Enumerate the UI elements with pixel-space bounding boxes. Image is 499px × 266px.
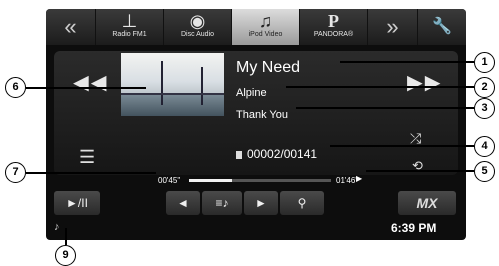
- album-art: [121, 53, 224, 116]
- callout-2: 2: [474, 77, 495, 98]
- antenna-icon: ⊥: [121, 11, 138, 31]
- next-button[interactable]: ►: [244, 191, 278, 215]
- elapsed-time: 00'45": [158, 176, 181, 185]
- repeat-icon[interactable]: ⟲: [412, 158, 423, 174]
- source-bar: « ⊥ Radio FM1 ◉ Disc Audio ♫ iPod Video …: [46, 9, 466, 45]
- source-label: Radio FM1: [112, 31, 147, 38]
- prev-button[interactable]: ◄: [166, 191, 200, 215]
- song-title: My Need: [236, 59, 301, 76]
- callout-line-9: [65, 228, 67, 245]
- source-label: iPod Video: [248, 31, 283, 38]
- list-icon[interactable]: ☰: [79, 148, 95, 166]
- album-art-tower: [201, 67, 203, 105]
- source-label: PANDORA®: [313, 31, 354, 38]
- previous-track-button[interactable]: ◄◄: [68, 67, 112, 98]
- album-art-sea: [121, 94, 224, 116]
- source-disc-button[interactable]: ◉ Disc Audio: [164, 9, 232, 45]
- browse-button[interactable]: ≡♪: [202, 191, 242, 215]
- callout-line-3: [296, 107, 474, 109]
- callout-5: 5: [474, 161, 495, 182]
- album-art-deck: [121, 93, 224, 95]
- settings-button[interactable]: 🔧: [418, 9, 466, 45]
- source-prev-button[interactable]: «: [46, 9, 96, 45]
- media-xpander-button[interactable]: MX: [398, 191, 456, 215]
- file-icon: [236, 150, 242, 159]
- album-art-tower: [161, 61, 163, 105]
- disc-icon: ◉: [189, 11, 206, 31]
- callout-9: 9: [55, 245, 76, 266]
- source-next-button[interactable]: »: [368, 9, 418, 45]
- callout-7: 7: [5, 162, 26, 183]
- artist-name: Alpine: [236, 87, 267, 99]
- wrench-icon: 🔧: [432, 18, 452, 35]
- head-unit-screen: « ⊥ Radio FM1 ◉ Disc Audio ♫ iPod Video …: [46, 9, 466, 240]
- source-pandora-button[interactable]: P PANDORA®: [300, 9, 368, 45]
- source-radio-button[interactable]: ⊥ Radio FM1: [96, 9, 164, 45]
- album-name: Thank You: [236, 109, 288, 121]
- source-label: Disc Audio: [180, 31, 215, 38]
- callout-line-7: [26, 172, 156, 174]
- pandora-icon: P: [328, 11, 339, 31]
- music-note-icon: ♪: [54, 221, 60, 233]
- callout-line-1: [340, 61, 474, 63]
- search-button[interactable]: ⚲: [280, 191, 324, 215]
- callout-line-5: [366, 170, 474, 172]
- source-ipod-button[interactable]: ♫ iPod Video: [232, 9, 300, 45]
- track-counter: 00002/00141: [236, 147, 317, 161]
- play-pause-button[interactable]: ►/II: [54, 191, 100, 215]
- play-status-icon: ▶: [356, 174, 363, 183]
- callout-4: 4: [474, 136, 495, 157]
- remaining-time: 01'46": [336, 176, 359, 185]
- progress-bar[interactable]: [189, 179, 331, 182]
- callout-line-6: [26, 87, 146, 89]
- clock: 6:39 PM: [391, 221, 437, 235]
- next-track-button[interactable]: ►►: [402, 67, 446, 98]
- callout-line-4: [330, 145, 474, 147]
- callout-6: 6: [5, 77, 26, 98]
- music-note-icon: ♫: [258, 11, 273, 31]
- track-counter-text: 00002/00141: [247, 147, 318, 161]
- callout-line-2: [286, 86, 474, 88]
- callout-3: 3: [474, 98, 495, 119]
- progress-fill: [189, 179, 232, 182]
- callout-1: 1: [474, 52, 495, 73]
